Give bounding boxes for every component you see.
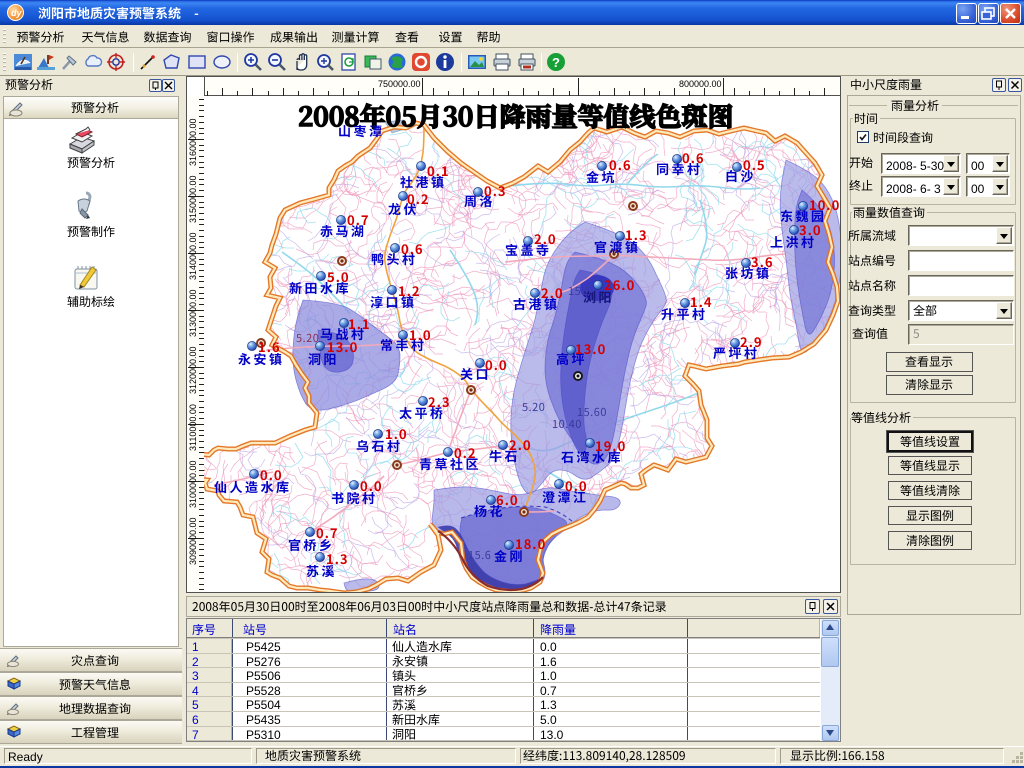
svg-text:?: ?: [552, 55, 560, 70]
